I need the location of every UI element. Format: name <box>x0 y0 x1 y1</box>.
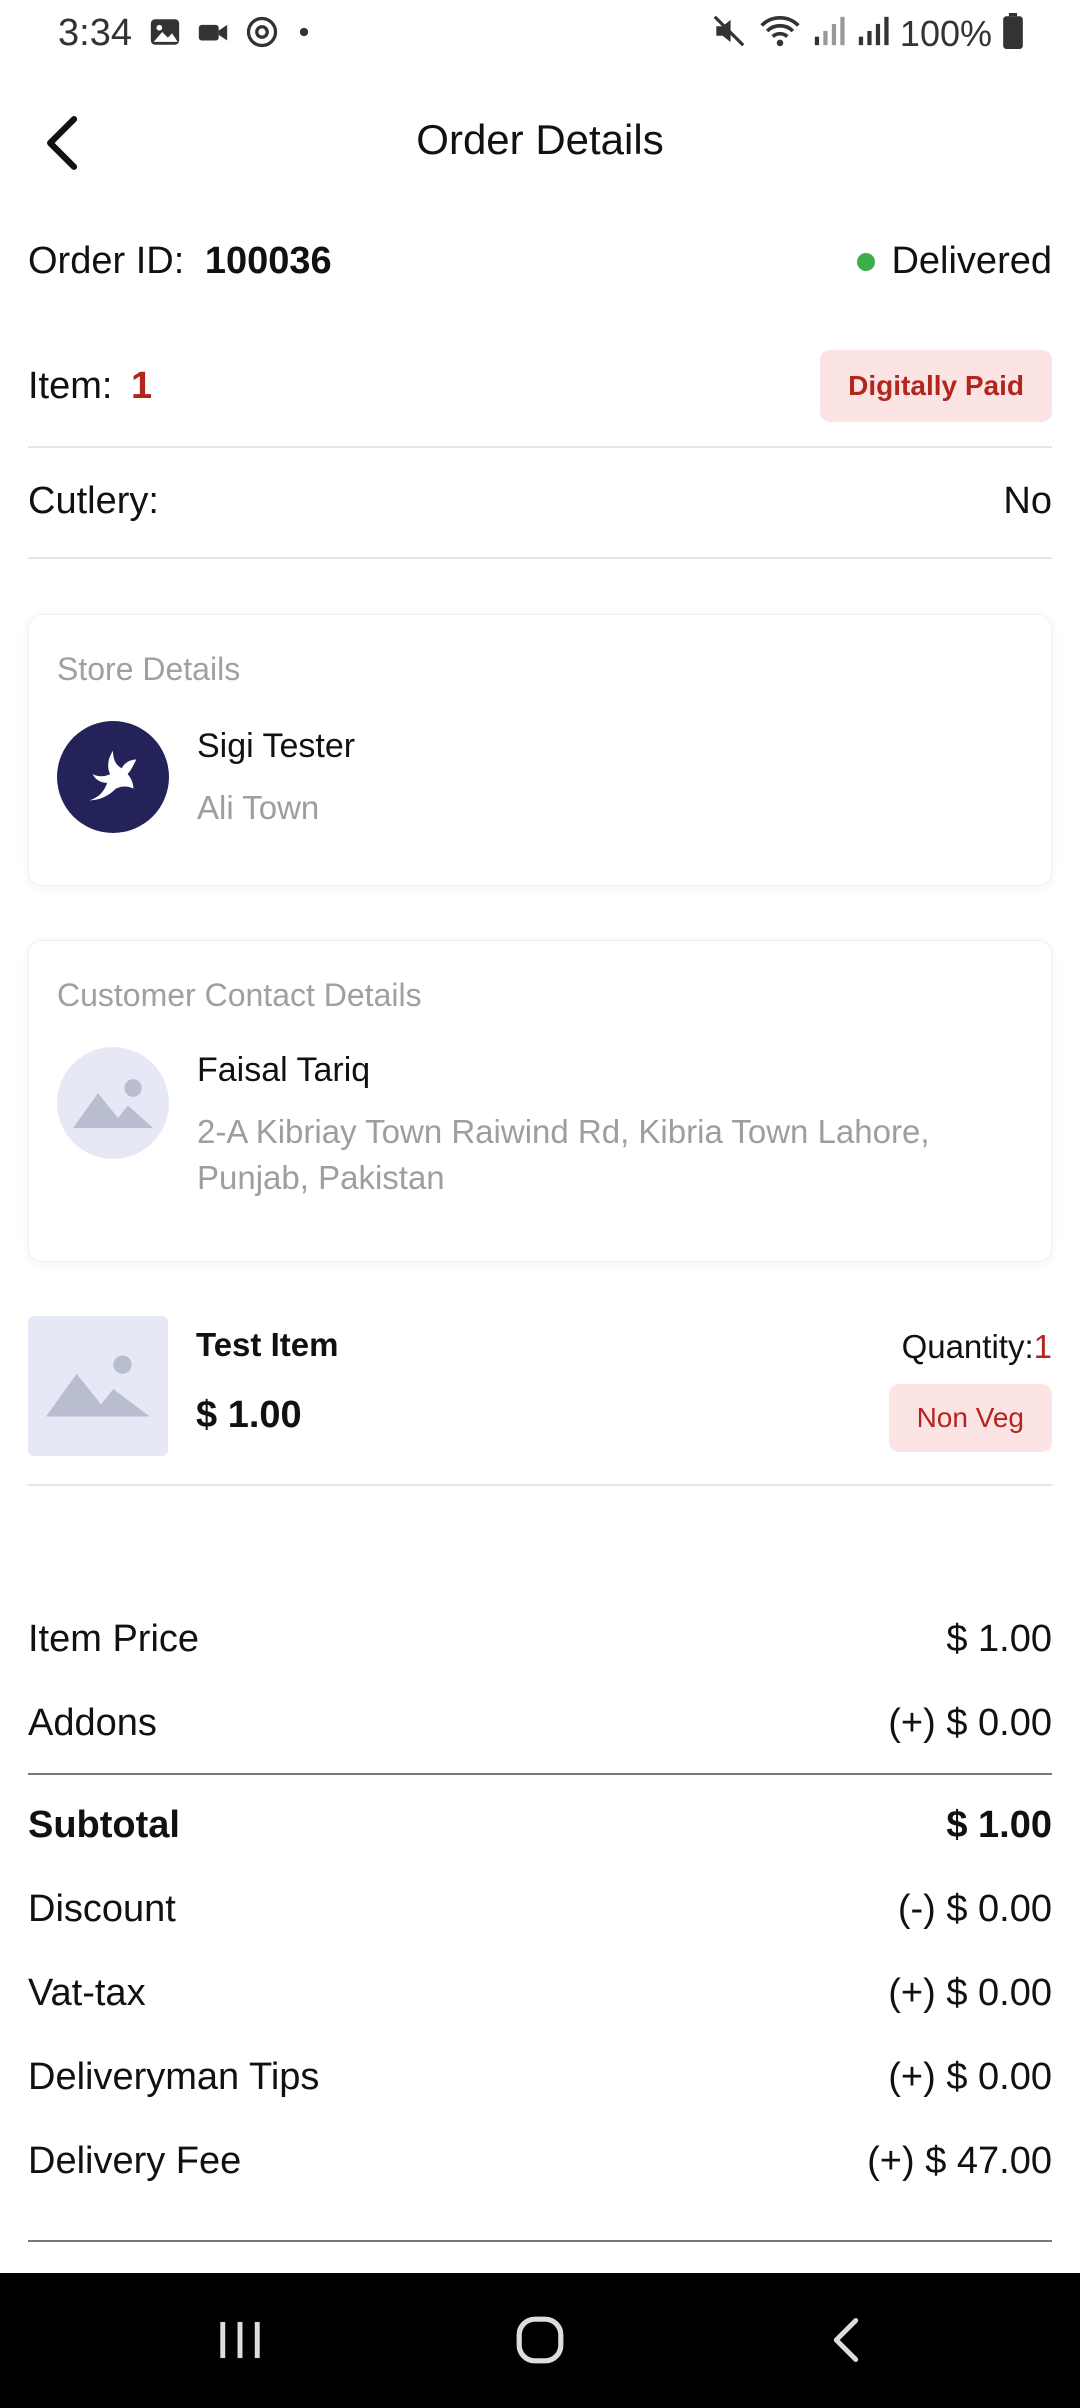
store-details-card: Store Details Sigi Tester Ali Town <box>28 614 1052 886</box>
item-image <box>28 1316 168 1456</box>
status-dot-icon <box>857 252 876 271</box>
battery-percent: 100% <box>899 12 992 54</box>
item-count: 1 <box>131 364 153 407</box>
addons-label: Addons <box>28 1702 157 1744</box>
quantity-value: 1 <box>1033 1328 1052 1365</box>
tips-value: (+) $ 0.00 <box>888 2056 1052 2098</box>
quantity-label: Quantity: <box>901 1328 1034 1365</box>
cutlery-label: Cutlery: <box>28 480 159 522</box>
customer-contact-card: Customer Contact Details Faisal Tariq 2-… <box>28 940 1052 1262</box>
image-placeholder-icon <box>46 1355 150 1417</box>
subtotal-value: $ 1.00 <box>946 1804 1052 1846</box>
item-quantity: Quantity:1 <box>902 1328 1052 1366</box>
divider <box>28 2240 1052 2242</box>
store-section-title: Store Details <box>57 651 241 687</box>
order-status-text: Delivered <box>891 240 1052 282</box>
image-placeholder-icon <box>73 1079 153 1128</box>
discount-label: Discount <box>28 1888 176 1930</box>
battery-icon <box>1002 13 1024 54</box>
image-icon <box>148 15 182 54</box>
app-bar: Order Details <box>0 90 1080 190</box>
summary-addons-row: Addons (+) $ 0.00 <box>28 1702 1052 1745</box>
delivery-fee-value: (+) $ 47.00 <box>867 2140 1052 2182</box>
item-price-value: $ 1.00 <box>946 1618 1052 1660</box>
home-icon <box>516 2316 564 2364</box>
video-icon <box>196 15 230 54</box>
summary-subtotal-row: Subtotal $ 1.00 <box>28 1804 1052 1847</box>
signal-icon <box>856 14 890 53</box>
divider <box>28 446 1052 448</box>
summary-tips-row: Deliveryman Tips (+) $ 0.00 <box>28 2056 1052 2099</box>
store-location: Ali Town <box>197 789 320 826</box>
page-title: Order Details <box>416 116 664 163</box>
item-name: Test Item <box>196 1326 339 1363</box>
customer-avatar <box>57 1047 169 1159</box>
customer-address: 2-A Kibriay Town Raiwind Rd, Kibria Town… <box>197 1113 930 1196</box>
order-id-value: 100036 <box>204 240 332 282</box>
system-back-button[interactable] <box>806 2305 886 2375</box>
item-tag-badge: Non Veg <box>888 1384 1052 1452</box>
wifi-icon <box>758 12 802 55</box>
order-status: Delivered <box>857 240 1052 283</box>
dot-icon <box>294 22 314 47</box>
mute-icon <box>710 12 748 55</box>
store-logo <box>57 721 169 833</box>
status-time: 3:34 <box>58 12 132 54</box>
customer-name: Faisal Tariq <box>197 1051 371 1089</box>
vat-value: (+) $ 0.00 <box>888 1972 1052 2014</box>
status-bar: 3:34 100% <box>0 0 1080 68</box>
divider <box>28 557 1052 559</box>
discount-value: (-) $ 0.00 <box>897 1888 1052 1930</box>
sync-icon <box>244 14 280 55</box>
signal-icon <box>812 14 846 53</box>
divider <box>28 1773 1052 1775</box>
order-id-label: Order ID: <box>28 240 185 282</box>
system-nav-bar <box>0 2273 1080 2408</box>
cutlery-value: No <box>1003 480 1052 522</box>
order-id-row: Order ID: 100036 Delivered <box>28 240 1052 283</box>
recent-apps-icon <box>220 2321 260 2359</box>
summary-item-price-row: Item Price $ 1.00 <box>28 1618 1052 1661</box>
item-label: Item: <box>28 364 113 407</box>
home-button[interactable] <box>500 2305 580 2375</box>
vat-label: Vat-tax <box>28 1972 146 2014</box>
recent-apps-button[interactable] <box>200 2305 280 2375</box>
item-price-label: Item Price <box>28 1618 200 1660</box>
payment-badge: Digitally Paid <box>820 350 1052 422</box>
bird-logo-icon <box>89 750 137 801</box>
store-name: Sigi Tester <box>197 727 356 765</box>
cutlery-row: Cutlery: No <box>28 480 1052 523</box>
item-price: $ 1.00 <box>196 1394 302 1436</box>
summary-delivery-fee-row: Delivery Fee (+) $ 47.00 <box>28 2140 1052 2183</box>
delivery-fee-label: Delivery Fee <box>28 2140 242 2182</box>
subtotal-label: Subtotal <box>28 1804 180 1846</box>
divider <box>28 1484 1052 1486</box>
back-icon <box>833 2318 859 2362</box>
item-count-row: Item: 1 Digitally Paid <box>28 350 1052 422</box>
summary-vat-row: Vat-tax (+) $ 0.00 <box>28 1972 1052 2015</box>
customer-section-title: Customer Contact Details <box>57 977 422 1013</box>
tips-label: Deliveryman Tips <box>28 2056 320 2098</box>
summary-discount-row: Discount (-) $ 0.00 <box>28 1888 1052 1931</box>
addons-value: (+) $ 0.00 <box>888 1702 1052 1744</box>
